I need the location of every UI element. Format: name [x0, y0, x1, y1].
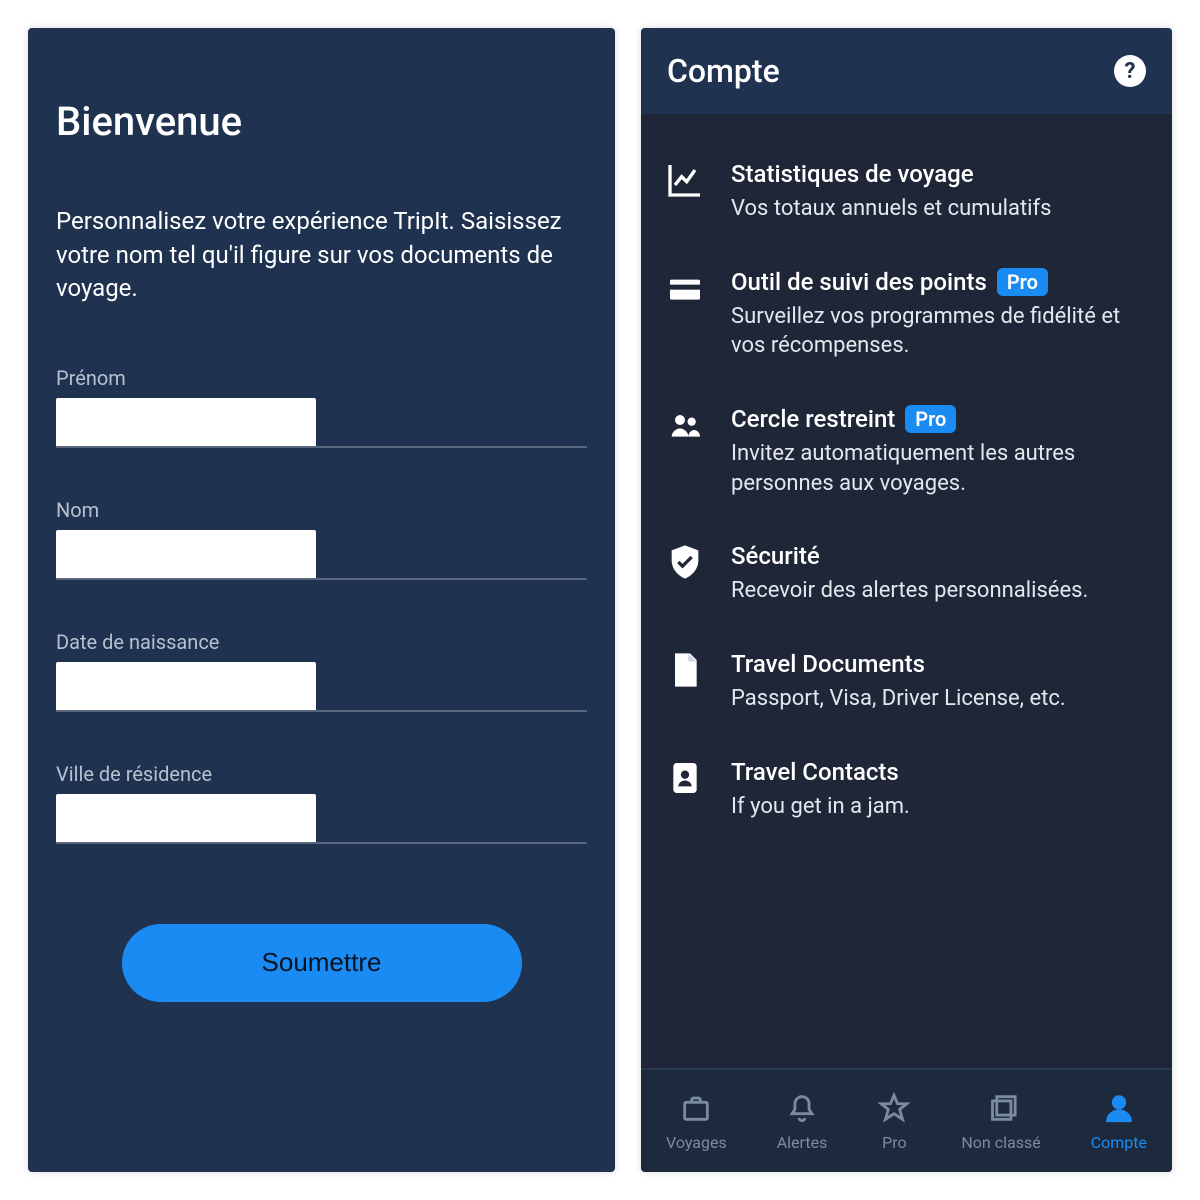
account-item-subtitle: Passport, Visa, Driver License, etc.	[731, 684, 1152, 714]
submit-button[interactable]: Soumettre	[122, 924, 522, 1002]
bell-icon	[785, 1091, 819, 1129]
account-item-subtitle: Vos totaux annuels et cumulatifs	[731, 194, 1152, 224]
account-item-group[interactable]: Cercle restreint Pro Invitez automatiqueme…	[657, 389, 1156, 526]
case-icon	[679, 1091, 713, 1129]
last-name-label: Nom	[56, 498, 587, 522]
nav-stack[interactable]: Non classé	[961, 1091, 1040, 1152]
city-field-group: Ville de résidence	[56, 762, 587, 876]
city-label: Ville de résidence	[56, 762, 587, 786]
chart-icon	[661, 160, 709, 200]
bottom-nav: Voyages Alertes Pro Non classé Compte	[641, 1068, 1172, 1172]
nav-label: Pro	[882, 1133, 906, 1152]
nav-label: Voyages	[666, 1133, 727, 1152]
city-input[interactable]	[56, 794, 316, 842]
doc-icon	[661, 650, 709, 690]
account-item-card[interactable]: Outil de suivi des points Pro Surveillez v…	[657, 252, 1156, 389]
field-underline	[56, 578, 587, 580]
nav-case[interactable]: Voyages	[666, 1091, 727, 1152]
account-item-title: Travel Contacts	[731, 758, 899, 786]
field-underline	[56, 446, 587, 448]
nav-person[interactable]: Compte	[1091, 1091, 1147, 1152]
contact-icon	[661, 758, 709, 798]
dob-label: Date de naissance	[56, 630, 587, 654]
account-item-title: Cercle restreint	[731, 405, 895, 433]
account-item-title: Outil de suivi des points	[731, 268, 987, 296]
account-item-subtitle: Recevoir des alertes personnalisées.	[731, 576, 1152, 606]
welcome-screen: Bienvenue Personnalisez votre expérience…	[28, 28, 615, 1172]
account-item-shield[interactable]: Sécurité Recevoir des alertes personnalis…	[657, 526, 1156, 634]
nav-bell[interactable]: Alertes	[777, 1091, 828, 1152]
dob-field-group: Date de naissance	[56, 630, 587, 744]
last-name-field-group: Nom	[56, 498, 587, 612]
account-item-title: Sécurité	[731, 542, 820, 570]
nav-star[interactable]: Pro	[877, 1091, 911, 1152]
welcome-title: Bienvenue	[56, 98, 587, 145]
first-name-field-group: Prénom	[56, 366, 587, 480]
first-name-label: Prénom	[56, 366, 587, 390]
account-screen: Compte ? Statistiques de voyage Vos totau…	[641, 28, 1172, 1172]
stack-icon	[984, 1091, 1018, 1129]
help-icon[interactable]: ?	[1114, 55, 1146, 87]
welcome-subtitle: Personnalisez votre expérience TripIt. S…	[56, 205, 587, 306]
account-item-subtitle: If you get in a jam.	[731, 792, 1152, 822]
field-underline	[56, 710, 587, 712]
nav-label: Compte	[1091, 1133, 1147, 1152]
field-underline	[56, 842, 587, 844]
pro-badge: Pro	[905, 405, 956, 433]
last-name-input[interactable]	[56, 530, 316, 578]
pro-badge: Pro	[997, 268, 1048, 296]
account-item-chart[interactable]: Statistiques de voyage Vos totaux annuels…	[657, 144, 1156, 252]
group-icon	[661, 405, 709, 445]
person-icon	[1102, 1091, 1136, 1129]
account-list: Statistiques de voyage Vos totaux annuels…	[641, 114, 1172, 1068]
account-item-subtitle: Surveillez vos programmes de fidélité et…	[731, 302, 1152, 361]
shield-icon	[661, 542, 709, 582]
account-header: Compte ?	[641, 28, 1172, 114]
account-item-doc[interactable]: Travel Documents Passport, Visa, Driver L…	[657, 634, 1156, 742]
first-name-input[interactable]	[56, 398, 316, 446]
account-item-subtitle: Invitez automatiquement les autres perso…	[731, 439, 1152, 498]
account-item-title: Statistiques de voyage	[731, 160, 974, 188]
account-item-contact[interactable]: Travel Contacts If you get in a jam.	[657, 742, 1156, 850]
card-icon	[661, 268, 709, 308]
account-item-title: Travel Documents	[731, 650, 925, 678]
star-icon	[877, 1091, 911, 1129]
dob-input[interactable]	[56, 662, 316, 710]
nav-label: Alertes	[777, 1133, 828, 1152]
header-title: Compte	[667, 52, 780, 90]
nav-label: Non classé	[961, 1133, 1040, 1152]
